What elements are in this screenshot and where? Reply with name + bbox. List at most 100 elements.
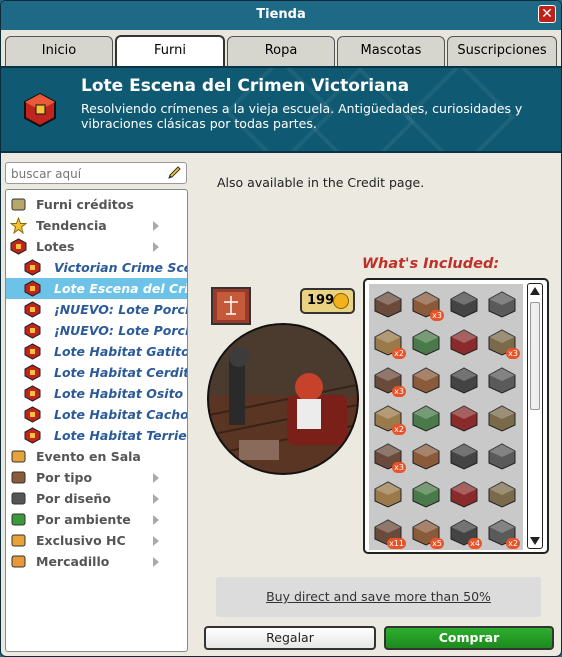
tab-inicio[interactable]: Inicio xyxy=(5,36,113,66)
chevron-right-icon[interactable] xyxy=(153,494,159,504)
scroll-thumb[interactable] xyxy=(530,302,540,410)
quantity-badge: x3 xyxy=(506,348,520,359)
sidebar-item-label: ¡NUEVO: Lote Porche Mi xyxy=(54,323,187,338)
included-item[interactable] xyxy=(485,438,520,473)
bundle-icon xyxy=(24,427,41,444)
sidebar-subitem[interactable]: Lote Habitat Gatito xyxy=(6,341,187,362)
sidebar-item[interactable]: Tendencia xyxy=(6,215,187,236)
included-item[interactable]: x3 xyxy=(371,362,406,397)
chevron-right-icon[interactable] xyxy=(153,515,159,525)
quantity-badge: x2 xyxy=(392,348,406,359)
chevron-right-icon[interactable] xyxy=(153,557,159,567)
sidebar-subitem[interactable]: Lote Escena del Crimen V xyxy=(6,278,187,299)
sidebar-item-label: Lote Habitat Gatito xyxy=(54,344,187,359)
included-item[interactable]: x2 xyxy=(485,514,520,549)
search-field[interactable] xyxy=(5,162,187,184)
included-item[interactable]: x2 xyxy=(371,324,406,359)
included-item[interactable] xyxy=(371,286,406,321)
chevron-right-icon[interactable] xyxy=(153,473,159,483)
save-banner: Buy direct and save more than 50% xyxy=(216,577,541,617)
sidebar-subitem[interactable]: Victorian Crime Scene Bu xyxy=(6,257,187,278)
sidebar-item-label: ¡NUEVO: Lote Porche Mi xyxy=(54,302,187,317)
tab-mascotas[interactable]: Mascotas xyxy=(337,36,445,66)
included-item[interactable]: x5 xyxy=(409,514,444,549)
quantity-badge: x11 xyxy=(387,538,406,549)
sidebar-item[interactable]: Evento en Sala xyxy=(6,446,187,467)
window-title: Tienda xyxy=(256,7,306,22)
included-item[interactable] xyxy=(409,438,444,473)
lamp-icon xyxy=(374,291,402,318)
chevron-right-icon[interactable] xyxy=(153,536,159,546)
clock-icon xyxy=(488,443,516,470)
included-item[interactable]: x11 xyxy=(371,514,406,549)
door-icon xyxy=(412,481,440,508)
tab-furni[interactable]: Furni xyxy=(115,35,225,67)
close-button[interactable]: ✕ xyxy=(538,5,556,23)
shop-window: Tienda ✕ Inicio Furni Ropa Mascotas Susc… xyxy=(0,0,562,657)
sidebar-subitem[interactable]: Lote Habitat Osito Pola xyxy=(6,383,187,404)
tab-bar: Inicio Furni Ropa Mascotas Suscripciones xyxy=(1,30,561,67)
included-item[interactable] xyxy=(447,400,482,435)
quantity-badge: x2 xyxy=(506,538,520,549)
safe-icon xyxy=(450,443,478,470)
pencil-icon[interactable] xyxy=(166,165,182,181)
tab-suscripciones[interactable]: Suscripciones xyxy=(447,36,557,66)
chevron-right-icon[interactable] xyxy=(153,221,159,231)
included-item[interactable] xyxy=(447,476,482,511)
sidebar-subitem[interactable]: Lote Habitat Cachorro xyxy=(6,404,187,425)
included-items-grid[interactable]: x3 x2 x3 x3 x2 x3 x11 x5 x4 x2 xyxy=(369,284,523,550)
category-tree[interactable]: Furni créditos Tendencia Lotes Victorian Cr… xyxy=(5,189,188,652)
included-item[interactable]: x4 xyxy=(447,514,482,549)
sidebar-item[interactable]: Furni créditos xyxy=(6,194,187,215)
page-description: Resolviendo crímenes a la vieja escuela.… xyxy=(81,101,523,131)
included-item[interactable] xyxy=(485,476,520,511)
included-item[interactable]: x3 xyxy=(485,324,520,359)
included-item[interactable]: x3 xyxy=(409,286,444,321)
included-items-panel[interactable]: x3 x2 x3 x3 x2 x3 x11 x5 x4 x2 xyxy=(363,278,549,554)
sidebar-item-label: Tendencia xyxy=(36,218,107,233)
tab-ropa[interactable]: Ropa xyxy=(227,36,335,66)
sidebar-item[interactable]: Por diseño xyxy=(6,488,187,509)
sidebar-item[interactable]: Por ambiente xyxy=(6,509,187,530)
included-item[interactable] xyxy=(409,324,444,359)
included-item[interactable] xyxy=(409,362,444,397)
bundle-icon xyxy=(24,259,41,276)
sidebar-item[interactable]: Lotes xyxy=(6,236,187,257)
included-item[interactable]: x2 xyxy=(371,400,406,435)
chair-icon xyxy=(412,367,440,394)
included-item[interactable] xyxy=(371,476,406,511)
sidebar-subitem[interactable]: Lote Habitat Terrier xyxy=(6,425,187,446)
included-item[interactable] xyxy=(485,362,520,397)
sidebar-item[interactable]: Mercadillo xyxy=(6,551,187,572)
frame-icon xyxy=(488,291,516,318)
title-bar[interactable]: Tienda ✕ xyxy=(1,1,561,30)
items-scrollbar[interactable] xyxy=(527,283,543,549)
scroll-down-icon[interactable] xyxy=(530,537,540,545)
included-item[interactable] xyxy=(447,438,482,473)
sidebar-subitem[interactable]: ¡NUEVO: Lote Porche Mi xyxy=(6,320,187,341)
scroll-up-icon[interactable] xyxy=(530,287,540,295)
included-item[interactable]: x3 xyxy=(371,438,406,473)
chevron-right-icon[interactable] xyxy=(153,242,159,252)
search-input[interactable] xyxy=(11,165,161,182)
sidebar-item[interactable]: Por tipo xyxy=(6,467,187,488)
buy-button[interactable]: Comprar xyxy=(384,626,554,650)
included-item[interactable] xyxy=(447,324,482,359)
sidebar-item[interactable]: Exclusivo HC xyxy=(6,530,187,551)
room-preview xyxy=(207,323,359,475)
included-item[interactable] xyxy=(447,286,482,321)
sidebar-subitem[interactable]: Lote Habitat Cerdito xyxy=(6,362,187,383)
included-item[interactable] xyxy=(447,362,482,397)
bundle-icon xyxy=(24,301,41,318)
hc-icon xyxy=(11,534,26,547)
buy-direct-link[interactable]: Buy direct and save more than 50% xyxy=(216,589,541,604)
bundle-icon xyxy=(24,406,41,423)
sidebar-subitem[interactable]: ¡NUEVO: Lote Porche Mi xyxy=(6,299,187,320)
included-item[interactable] xyxy=(485,400,520,435)
event-icon xyxy=(11,450,26,463)
included-item[interactable] xyxy=(409,476,444,511)
gift-button[interactable]: Regalar xyxy=(204,626,376,650)
included-item[interactable] xyxy=(409,400,444,435)
included-item[interactable] xyxy=(485,286,520,321)
credit-coin-icon xyxy=(333,293,349,309)
